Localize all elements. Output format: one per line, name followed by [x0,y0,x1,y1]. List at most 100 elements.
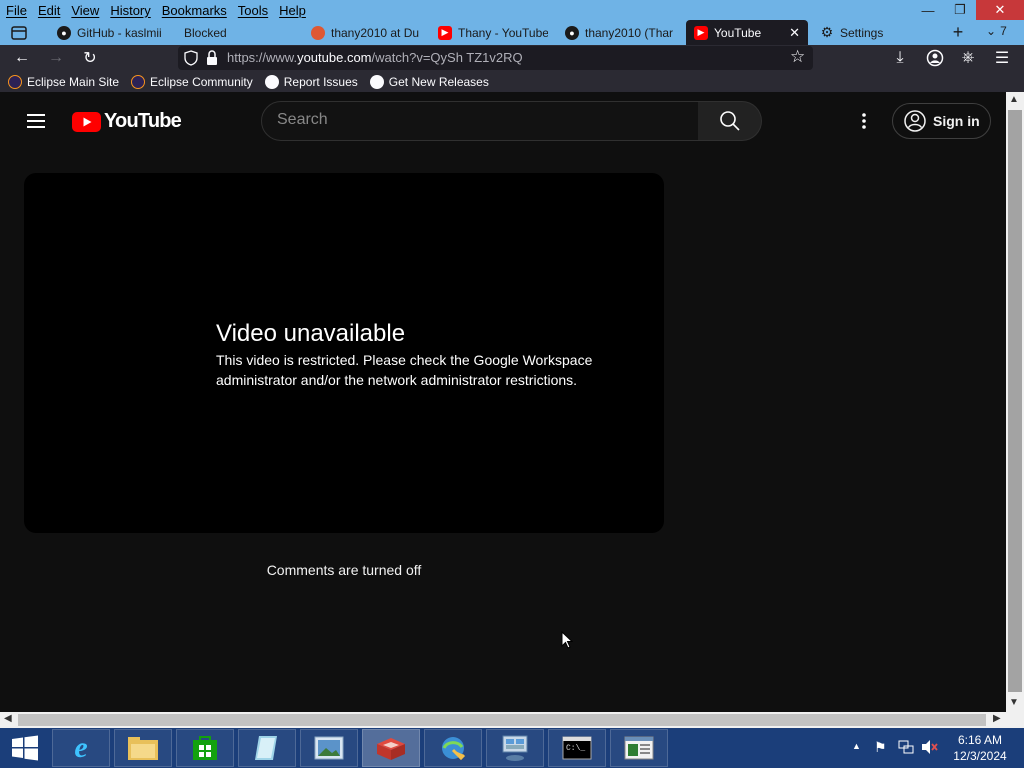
bookmark-eclipse-main-site[interactable]: Eclipse Main Site [8,74,120,89]
vertical-scroll-thumb[interactable] [1008,110,1022,692]
tab-label: Settings [840,25,884,40]
taskbar-download-manager[interactable] [424,729,482,767]
guide-menu-button[interactable] [26,111,46,131]
horizontal-scroll-thumb[interactable] [18,714,986,726]
tab-overflow-button[interactable]: ⌄ 7 [986,24,1007,38]
mouse-cursor-icon [561,630,574,655]
url-text[interactable]: https://www.youtube.com/watch?v=QySh TZ1… [227,50,523,65]
search-button[interactable] [698,101,762,141]
taskbar-internet-explorer[interactable]: e [52,729,110,767]
close-window-button[interactable]: ✕ [976,0,1024,20]
taskbar-command-prompt[interactable]: C:\_ [548,729,606,767]
tab-label: Thany - YouTube [458,25,548,40]
tab-settings[interactable]: ⚙ Settings [820,20,920,45]
tab-thany-youtube[interactable]: ▶ Thany - YouTube [438,20,548,45]
show-hidden-icons-button[interactable]: ▲ [852,741,861,751]
app-menu-button[interactable]: ☰ [989,45,1015,71]
youtube-icon: ▶ [438,25,452,40]
url-domain: youtube.com [297,50,372,65]
taskbar-network-app[interactable] [486,729,544,767]
windows-logo-icon [12,735,38,761]
action-center-flag-icon[interactable]: ⚑ [874,739,887,756]
taskbar-store[interactable] [176,729,234,767]
image-viewer-icon [314,736,344,760]
tab-github-kaslmii[interactable]: ● GitHub - kaslmii [57,20,177,45]
scroll-down-icon[interactable]: ▼ [1009,697,1019,708]
tab-youtube-active[interactable]: ▶ YouTube ✕ [686,20,808,45]
bookmark-get-new-releases[interactable]: Get New Releases [369,74,489,89]
scrollbar-corner [1006,712,1024,728]
youtube-play-icon [72,111,101,132]
download-manager-icon [442,737,466,761]
back-button[interactable]: ← [9,45,35,71]
downloads-button[interactable]: ⤓ [887,45,913,71]
search-input[interactable] [277,111,677,129]
menu-edit[interactable]: Edit [32,3,65,18]
bookmark-label: Report Issues [283,74,358,89]
clock-time: 6:16 AM [957,733,1003,747]
lock-icon[interactable] [205,49,219,67]
menu-file[interactable]: File [0,3,32,18]
bookmark-star-icon[interactable]: ☆ [790,47,805,67]
menu-bookmarks[interactable]: Bookmarks [156,3,232,18]
settings-kebab-button[interactable] [855,111,873,131]
bookmark-report-issues[interactable]: Report Issues [264,74,358,89]
menu-help[interactable]: Help [273,3,311,18]
more-vert-icon [862,113,866,129]
account-button[interactable] [922,45,948,71]
youtube-logo-text: YouTube [104,110,182,132]
shield-icon[interactable] [183,49,199,67]
eclipse-icon [131,74,146,89]
window-controls: — ❐ ✕ [912,0,1024,20]
start-button[interactable] [10,734,40,762]
youtube-logo[interactable]: YouTube [72,110,182,133]
forward-button[interactable]: → [43,45,69,71]
tab-github-thany2010[interactable]: ● thany2010 (Thar [565,20,675,45]
youtube-icon: ▶ [694,25,708,40]
github-icon [264,74,279,89]
url-prefix: https://www. [227,50,298,65]
account-icon [926,49,944,67]
taskbar-document-app[interactable] [610,729,668,767]
network-icon[interactable] [898,739,914,755]
error-title: Video unavailable [216,320,406,347]
taskbar-active-app[interactable] [362,729,420,767]
hamburger-icon [27,114,45,128]
bookmark-label: Eclipse Main Site [27,74,120,89]
github-icon: ● [565,25,579,40]
tab-blocked[interactable]: Blocked [184,20,284,45]
reload-button[interactable]: ↻ [77,45,103,71]
document-window-icon [624,736,654,760]
taskbar-photo-viewer[interactable] [300,729,358,767]
clock-date: 12/3/2024 [953,749,1007,763]
menu-tools[interactable]: Tools [232,3,273,18]
menu-view[interactable]: View [65,3,104,18]
tab-list-button[interactable] [8,24,30,42]
taskbar-notepad[interactable] [238,729,296,767]
hamburger-icon: ☰ [994,50,1010,67]
restore-button[interactable]: ❐ [944,0,976,20]
chevron-down-icon: ⌄ [986,24,997,38]
internet-explorer-icon: e [74,731,88,764]
github-icon [369,74,384,89]
bookmark-eclipse-community[interactable]: Eclipse Community [131,74,253,89]
volume-muted-icon[interactable] [921,739,939,755]
close-tab-icon[interactable]: ✕ [789,25,800,41]
minimize-button[interactable]: — [912,0,944,20]
tab-duckduckgo[interactable]: thany2010 at Du [311,20,426,45]
menu-history[interactable]: History [104,3,155,18]
folder-icon [128,737,158,760]
new-tab-button[interactable]: + [948,22,968,42]
taskbar-file-explorer[interactable] [114,729,172,767]
sign-in-button[interactable]: Sign in [892,103,991,139]
taskbar-clock[interactable]: 6:16 AM 12/3/2024 [945,732,1015,764]
scroll-up-icon[interactable]: ▲ [1009,94,1019,105]
gear-icon: ⚙ [820,24,834,40]
scroll-right-icon[interactable]: ▶ [993,713,1001,724]
tab-label: Blocked [184,25,227,40]
extensions-button[interactable]: ⎈ [955,45,981,71]
scroll-left-icon[interactable]: ◀ [4,713,12,724]
url-path: /watch?v=QySh TZ1v2RQ [371,50,523,65]
terminal-icon: C:\_ [562,736,592,760]
menubar: File Edit View History Bookmarks Tools H… [0,0,900,20]
